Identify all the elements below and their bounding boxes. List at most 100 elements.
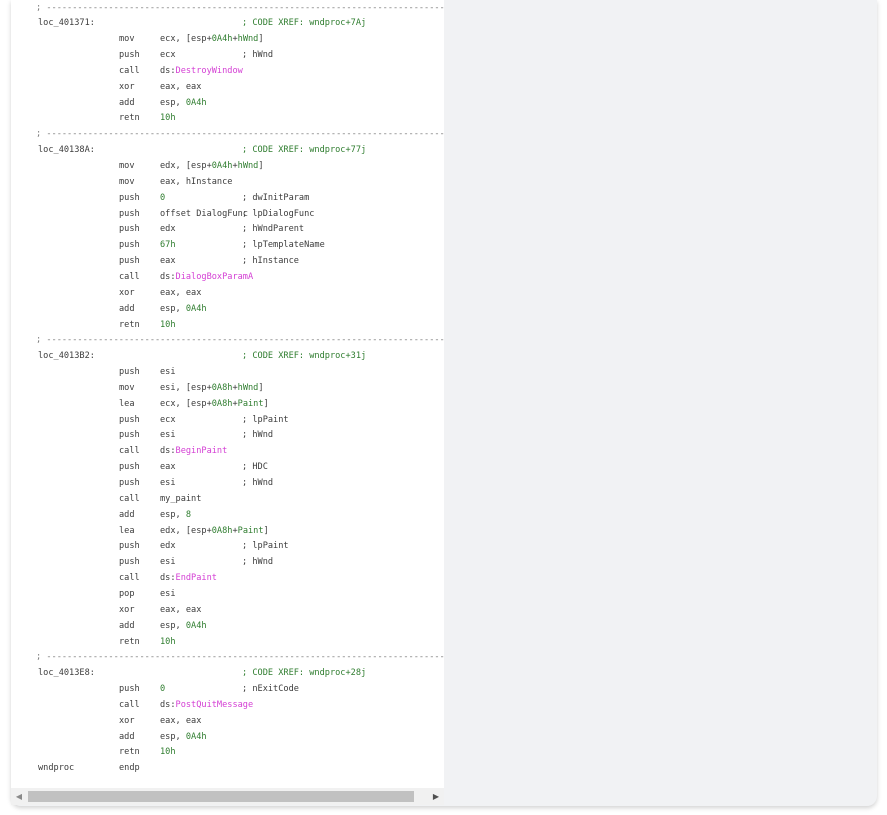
arg-comment: ; hWnd xyxy=(242,430,274,441)
mnemonic: add xyxy=(119,303,135,314)
mnemonic: xor xyxy=(119,715,135,726)
mnemonic: push xyxy=(119,224,140,235)
mnemonic: mov xyxy=(119,382,135,393)
arg-comment: ; lpPaint xyxy=(242,541,289,552)
mnemonic: push xyxy=(119,367,140,378)
mnemonic: add xyxy=(119,509,135,520)
operand: esi, [esp+0A8h+hWnd] xyxy=(160,382,264,393)
mnemonic: add xyxy=(119,620,135,631)
directive: endp xyxy=(119,763,140,774)
api-import-name[interactable]: EndPaint xyxy=(176,573,217,583)
scrollbar-thumb[interactable] xyxy=(28,791,414,802)
mnemonic: xor xyxy=(119,604,135,615)
operand: 10h xyxy=(160,113,176,124)
operand: ds:EndPaint xyxy=(160,573,217,584)
api-import-name[interactable]: DialogBoxParamA xyxy=(176,272,254,282)
mnemonic: retn xyxy=(119,319,140,330)
operand: esi xyxy=(160,430,176,441)
operand: esp, 0A4h xyxy=(160,97,207,108)
mnemonic: pop xyxy=(119,588,135,599)
mnemonic: push xyxy=(119,541,140,552)
operand: eax xyxy=(160,256,176,267)
api-import-name[interactable]: PostQuitMessage xyxy=(176,700,254,710)
operand: eax, hInstance xyxy=(160,176,233,187)
operand: edx xyxy=(160,224,176,235)
operand: esp, 0A4h xyxy=(160,620,207,631)
scroll-left-icon[interactable]: ◀ xyxy=(11,788,27,805)
operand: 10h xyxy=(160,636,176,647)
operand: 10h xyxy=(160,319,176,330)
api-import-name[interactable]: DestroyWindow xyxy=(176,66,243,76)
operand: ecx xyxy=(160,50,176,61)
horizontal-scrollbar[interactable]: ◀ ▶ xyxy=(11,788,444,805)
operand: esp, 8 xyxy=(160,509,192,520)
mnemonic: mov xyxy=(119,161,135,171)
operand: ecx, [esp+0A4h+hWnd] xyxy=(160,34,264,45)
scroll-right-icon[interactable]: ▶ xyxy=(428,788,444,805)
arg-comment: ; lpDialogFunc xyxy=(242,208,315,219)
mnemonic: call xyxy=(119,271,140,282)
arg-comment: ; hInstance xyxy=(242,256,299,267)
operand: edx xyxy=(160,541,176,552)
operand: esi xyxy=(160,367,176,378)
mnemonic: push xyxy=(119,192,140,203)
operand: edx, [esp+0A4h+hWnd] xyxy=(160,161,264,171)
xref-comment: ; CODE XREF: wndproc+7Aj xyxy=(242,18,367,29)
mnemonic: push xyxy=(119,430,140,441)
operand: eax, eax xyxy=(160,604,202,615)
mnemonic: push xyxy=(119,557,140,568)
code-label: loc_4013B2: xyxy=(38,351,95,362)
operand: offset DialogFunc xyxy=(160,208,248,219)
mnemonic: push xyxy=(119,208,140,219)
xref-comment: ; CODE XREF: wndproc+77j xyxy=(242,145,367,156)
operand: ecx, [esp+0A8h+Paint] xyxy=(160,398,269,409)
mnemonic: push xyxy=(119,50,140,61)
mnemonic: xor xyxy=(119,287,135,298)
mnemonic: push xyxy=(119,256,140,267)
operand: 0 xyxy=(160,684,166,695)
operand: ds:DialogBoxParamA xyxy=(160,271,254,282)
arg-comment: ; hWnd xyxy=(242,557,274,568)
operand: esi xyxy=(160,557,176,568)
mnemonic: xor xyxy=(119,81,135,92)
operand: esi xyxy=(160,478,176,488)
mnemonic: mov xyxy=(119,176,135,187)
arg-comment: ; HDC xyxy=(242,462,268,473)
operand: eax, eax xyxy=(160,81,202,92)
mnemonic: retn xyxy=(119,113,140,124)
arg-comment: ; lpTemplateName xyxy=(242,240,325,251)
arg-comment: ; nExitCode xyxy=(242,684,299,695)
operand: ds:BeginPaint xyxy=(160,446,228,457)
api-import-name[interactable]: BeginPaint xyxy=(176,446,228,456)
mnemonic: push xyxy=(119,462,140,473)
mnemonic: call xyxy=(119,446,140,457)
mnemonic: call xyxy=(119,573,140,584)
mnemonic: retn xyxy=(119,747,140,758)
mnemonic: push xyxy=(119,478,140,488)
operand: ds:PostQuitMessage xyxy=(160,699,254,710)
arg-comment: ; hWnd xyxy=(242,478,274,488)
section-separator: ; --------------------------------------… xyxy=(36,652,444,663)
section-separator: ; --------------------------------------… xyxy=(36,2,444,13)
operand: esp, 0A4h xyxy=(160,731,207,742)
section-separator: ; --------------------------------------… xyxy=(36,129,444,140)
disassembly-listing[interactable]: ; --------------------------------------… xyxy=(11,0,444,788)
operand: 10h xyxy=(160,747,176,758)
mnemonic: call xyxy=(119,493,140,504)
mnemonic: lea xyxy=(119,398,135,409)
operand: ds:DestroyWindow xyxy=(160,65,243,76)
arg-comment: ; hWnd xyxy=(242,50,274,61)
mnemonic: retn xyxy=(119,636,140,647)
operand: 0 xyxy=(160,192,166,203)
mnemonic: call xyxy=(119,699,140,710)
mnemonic: push xyxy=(119,684,140,695)
operand: my_paint xyxy=(160,493,202,504)
operand: edx, [esp+0A8h+Paint] xyxy=(160,525,269,536)
mnemonic: add xyxy=(119,731,135,742)
code-label: loc_401371: xyxy=(38,18,95,29)
mnemonic: call xyxy=(119,65,140,76)
operand: ecx xyxy=(160,414,176,425)
arg-comment: ; dwInitParam xyxy=(242,192,310,203)
operand: eax xyxy=(160,462,176,473)
code-label: loc_4013E8: xyxy=(38,668,95,679)
